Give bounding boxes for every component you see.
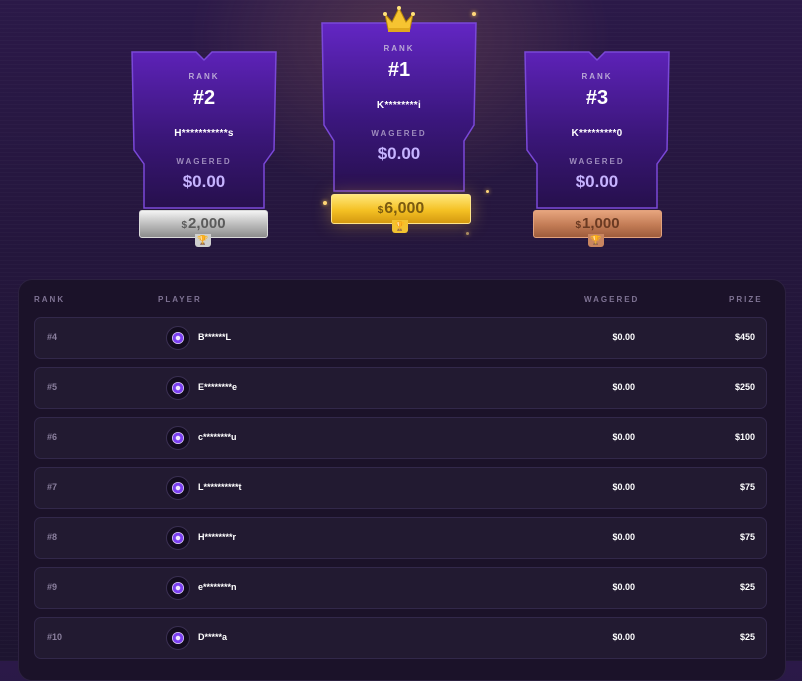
table-row: #6 c********u $0.00 $100 <box>34 417 767 459</box>
row-player: D*****a <box>198 632 228 642</box>
row-wagered: $0.00 <box>612 382 635 392</box>
sparkle-decoration <box>466 232 469 235</box>
prize-currency: $ <box>575 220 581 231</box>
rank-number: #2 <box>192 87 216 109</box>
wagered-label: WAGERED <box>371 129 427 138</box>
row-prize: $75 <box>739 482 755 492</box>
table-row: #4 B******L $0.00 $450 <box>34 317 767 359</box>
sparkle-decoration <box>472 12 476 16</box>
wagered-amount: $0.00 <box>182 172 226 191</box>
trophy-icon: 🏆 <box>588 234 604 247</box>
rank-label: RANK <box>383 44 415 53</box>
poker-chip-avatar-icon <box>166 376 190 400</box>
row-rank: #7 <box>47 482 58 492</box>
row-player: B******L <box>198 332 232 342</box>
rank-number: #1 <box>387 59 411 81</box>
column-header-wagered: WAGERED <box>584 295 640 304</box>
row-player: E********e <box>198 382 238 392</box>
row-player: c********u <box>198 432 237 442</box>
row-wagered: $0.00 <box>612 582 635 592</box>
table-row: #9 e********n $0.00 $25 <box>34 567 767 609</box>
trophy-icon: 🏆 <box>195 234 211 247</box>
row-rank: #9 <box>47 582 58 592</box>
column-header-prize: PRIZE <box>729 295 763 304</box>
column-header-player: PLAYER <box>158 295 202 304</box>
row-rank: #5 <box>47 382 58 392</box>
wagered-label: WAGERED <box>176 157 232 166</box>
row-wagered: $0.00 <box>612 432 635 442</box>
rank-label: RANK <box>581 72 613 81</box>
row-prize: $250 <box>734 382 755 392</box>
player-name: K********i <box>376 100 422 111</box>
row-prize: $25 <box>739 632 755 642</box>
row-rank: #8 <box>47 532 58 542</box>
rank-number: #3 <box>585 87 609 109</box>
row-wagered: $0.00 <box>612 482 635 492</box>
poker-chip-avatar-icon <box>166 626 190 650</box>
row-rank: #10 <box>47 632 63 642</box>
row-rank: #4 <box>47 332 58 342</box>
row-prize: $75 <box>739 532 755 542</box>
wagered-amount: $0.00 <box>377 144 421 163</box>
row-prize: $450 <box>734 332 755 342</box>
table-row: #5 E********e $0.00 $250 <box>34 367 767 409</box>
rank-label: RANK <box>188 72 220 81</box>
player-name: K*********0 <box>571 128 623 139</box>
prize-amount: 1,000 <box>582 215 620 232</box>
poker-chip-avatar-icon <box>166 426 190 450</box>
prize-amount: 6,000 <box>384 200 425 217</box>
table-row: #8 H********r $0.00 $75 <box>34 517 767 559</box>
row-player: L**********t <box>198 482 242 492</box>
row-prize: $100 <box>734 432 755 442</box>
table-row: #7 L**********t $0.00 $75 <box>34 467 767 509</box>
row-player: H********r <box>198 532 237 542</box>
poker-chip-avatar-icon <box>166 526 190 550</box>
row-player: e********n <box>198 582 237 592</box>
wagered-label: WAGERED <box>569 157 625 166</box>
column-header-rank: RANK <box>34 295 66 304</box>
crown-icon <box>383 6 415 32</box>
wagered-amount: $0.00 <box>575 172 619 191</box>
poker-chip-avatar-icon <box>166 476 190 500</box>
sparkle-decoration <box>486 190 489 193</box>
row-prize: $25 <box>739 582 755 592</box>
player-name: H***********s <box>174 128 234 139</box>
row-wagered: $0.00 <box>612 632 635 642</box>
poker-chip-avatar-icon <box>166 326 190 350</box>
row-wagered: $0.00 <box>612 532 635 542</box>
row-wagered: $0.00 <box>612 332 635 342</box>
poker-chip-avatar-icon <box>166 576 190 600</box>
prize-amount: 2,000 <box>188 215 226 232</box>
prize-currency: $ <box>377 205 384 216</box>
row-rank: #6 <box>47 432 58 442</box>
table-row: #10 D*****a $0.00 $25 <box>34 617 767 659</box>
prize-currency: $ <box>181 220 187 231</box>
trophy-icon: 🏆 <box>392 220 408 233</box>
